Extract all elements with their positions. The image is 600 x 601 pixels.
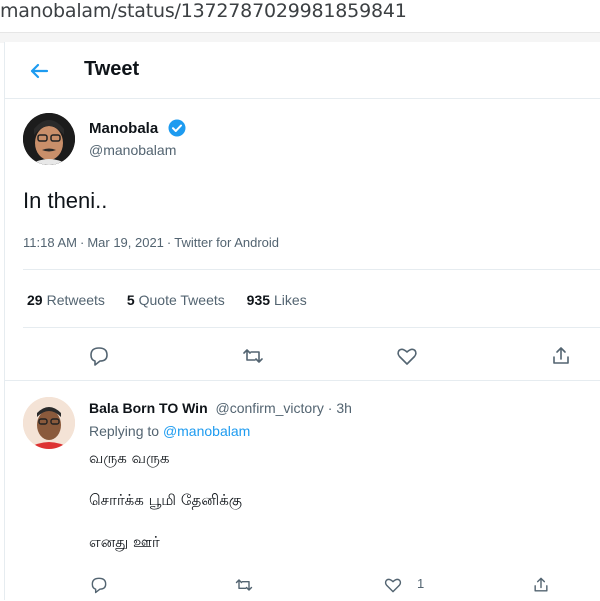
quote-tweets-label: Quote Tweets <box>138 292 225 308</box>
like-icon <box>397 348 417 365</box>
share-icon <box>534 577 548 592</box>
replying-to-label: Replying to <box>89 423 160 439</box>
reply-icon <box>90 347 108 366</box>
likes-stat[interactable]: 935 Likes <box>247 292 307 308</box>
reply-icon <box>91 577 107 594</box>
tweet-stats: 29 Retweets 5 Quote Tweets 935 Likes <box>27 292 325 308</box>
reply-button[interactable] <box>87 344 111 368</box>
address-bar[interactable]: manobalam/status/1372787029981859841 <box>0 0 600 32</box>
avatar-image <box>23 113 75 165</box>
reply-author-handle[interactable]: @confirm_victory <box>216 400 324 416</box>
reply-text-line: வருக வருக <box>89 449 170 467</box>
reply-like-count: 1 <box>417 576 425 591</box>
like-button[interactable] <box>395 344 419 368</box>
tweet-text: In theni.. <box>23 188 108 213</box>
reply-retweet-button[interactable] <box>234 575 254 595</box>
tweet-panel: Tweet Manobala @manobalam In theni.. 11:… <box>4 42 600 600</box>
replying-to: Replying to @manobalam <box>89 423 250 439</box>
reply-separator: · <box>327 400 333 416</box>
reply-text-line: எனது ஊர் <box>89 533 160 551</box>
replying-to-mention[interactable]: @manobalam <box>163 423 250 439</box>
tweet-meta: 11:18 AM · Mar 19, 2021 · Twitter for Androi… <box>23 235 279 250</box>
url-text: manobalam/status/1372787029981859841 <box>0 0 407 22</box>
back-button[interactable] <box>23 56 53 86</box>
meta-separator: · <box>166 235 172 250</box>
likes-label: Likes <box>274 292 307 308</box>
reply-tweet[interactable]: Bala Born TO Win @confirm_victory · 3h R… <box>5 380 600 601</box>
share-icon <box>553 347 569 364</box>
verified-badge-icon <box>168 119 186 137</box>
arrow-left-icon <box>30 63 49 79</box>
retweets-stat[interactable]: 29 Retweets <box>27 292 105 308</box>
tweet-date[interactable]: Mar 19, 2021 <box>87 235 164 250</box>
reply-like-button[interactable] <box>383 575 403 595</box>
tweet-time[interactable]: 11:18 AM <box>23 235 77 250</box>
retweet-icon <box>235 579 253 591</box>
reply-avatar[interactable] <box>23 397 75 449</box>
reply-header: Bala Born TO Win @confirm_victory · 3h <box>89 400 352 416</box>
divider <box>23 269 600 270</box>
retweets-label: Retweets <box>46 292 105 308</box>
author-avatar[interactable] <box>23 113 75 165</box>
retweet-icon <box>243 349 263 363</box>
reply-author-name[interactable]: Bala Born TO Win <box>89 400 208 416</box>
page-header: Tweet <box>5 42 600 99</box>
retweets-count: 29 <box>27 292 43 308</box>
quote-tweets-stat[interactable]: 5 Quote Tweets <box>127 292 225 308</box>
reply-share-button[interactable] <box>531 575 551 595</box>
tweet-source[interactable]: Twitter for Android <box>174 235 279 250</box>
reply-actions: 1 <box>5 575 600 597</box>
page-title: Tweet <box>84 58 140 80</box>
share-button[interactable] <box>549 344 573 368</box>
divider <box>23 327 600 328</box>
author-name[interactable]: Manobala <box>89 120 158 137</box>
avatar-image <box>23 397 75 449</box>
retweet-button[interactable] <box>241 344 265 368</box>
reply-reply-button[interactable] <box>89 575 109 595</box>
meta-separator: · <box>79 235 85 250</box>
quote-tweets-count: 5 <box>126 292 135 308</box>
likes-count: 935 <box>246 292 271 308</box>
reply-text-line: சொர்க்க பூமி தேனிக்கு <box>89 491 243 509</box>
reply-time[interactable]: 3h <box>336 400 352 416</box>
like-icon <box>384 578 402 593</box>
author-handle[interactable]: @manobalam <box>89 142 176 158</box>
tweet-actions <box>5 344 600 368</box>
